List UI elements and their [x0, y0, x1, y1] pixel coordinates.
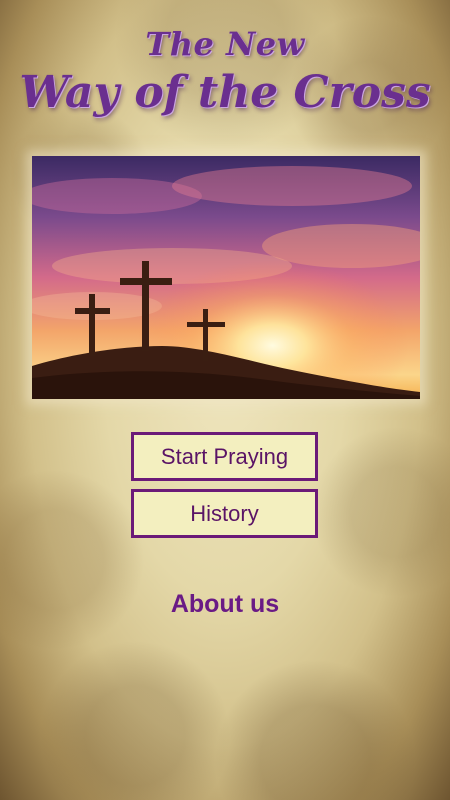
app-title: The New Way of the Cross — [0, 22, 450, 122]
app-screen: The New Way of the Cross Start Praying H… — [0, 0, 450, 800]
title-line-1: The New — [145, 25, 305, 63]
start-praying-button[interactable]: Start Praying — [131, 432, 318, 481]
crosses-sunset-image — [32, 156, 420, 399]
three-crosses-icon — [32, 156, 420, 399]
history-button[interactable]: History — [131, 489, 318, 538]
about-us-link[interactable]: About us — [0, 590, 450, 619]
title-line-2: Way of the Cross — [19, 67, 431, 118]
